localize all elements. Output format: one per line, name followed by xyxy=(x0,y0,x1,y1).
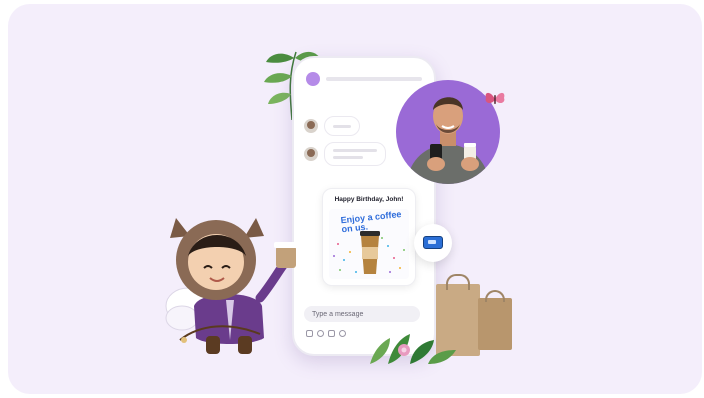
avatar xyxy=(304,147,318,161)
contact-avatar xyxy=(306,72,320,86)
gift-card-message[interactable]: Happy Birthday, John! Enjoy a coffee on … xyxy=(322,188,416,286)
link-icon[interactable] xyxy=(339,330,346,337)
chat-message-row xyxy=(304,116,360,136)
header-placeholder-bar xyxy=(326,77,422,81)
chat-bubble xyxy=(324,116,360,136)
chat-bubble xyxy=(324,142,386,166)
composer-toolbar xyxy=(306,330,346,337)
gift-card-image: Enjoy a coffee on us. xyxy=(329,209,409,279)
butterfly-icon xyxy=(484,90,506,113)
plant-decoration xyxy=(370,334,456,364)
avatar xyxy=(304,119,318,133)
bag-handle xyxy=(446,274,470,290)
wallet-card-icon[interactable] xyxy=(414,224,452,262)
emoji-icon[interactable] xyxy=(317,330,324,337)
mascot-character xyxy=(165,218,298,354)
coffee-cup-icon xyxy=(360,231,380,274)
shopping-bag xyxy=(478,298,512,350)
chat-message-row xyxy=(304,142,386,166)
gift-card-title: Happy Birthday, John! xyxy=(334,196,404,203)
camera-icon[interactable] xyxy=(328,330,335,337)
